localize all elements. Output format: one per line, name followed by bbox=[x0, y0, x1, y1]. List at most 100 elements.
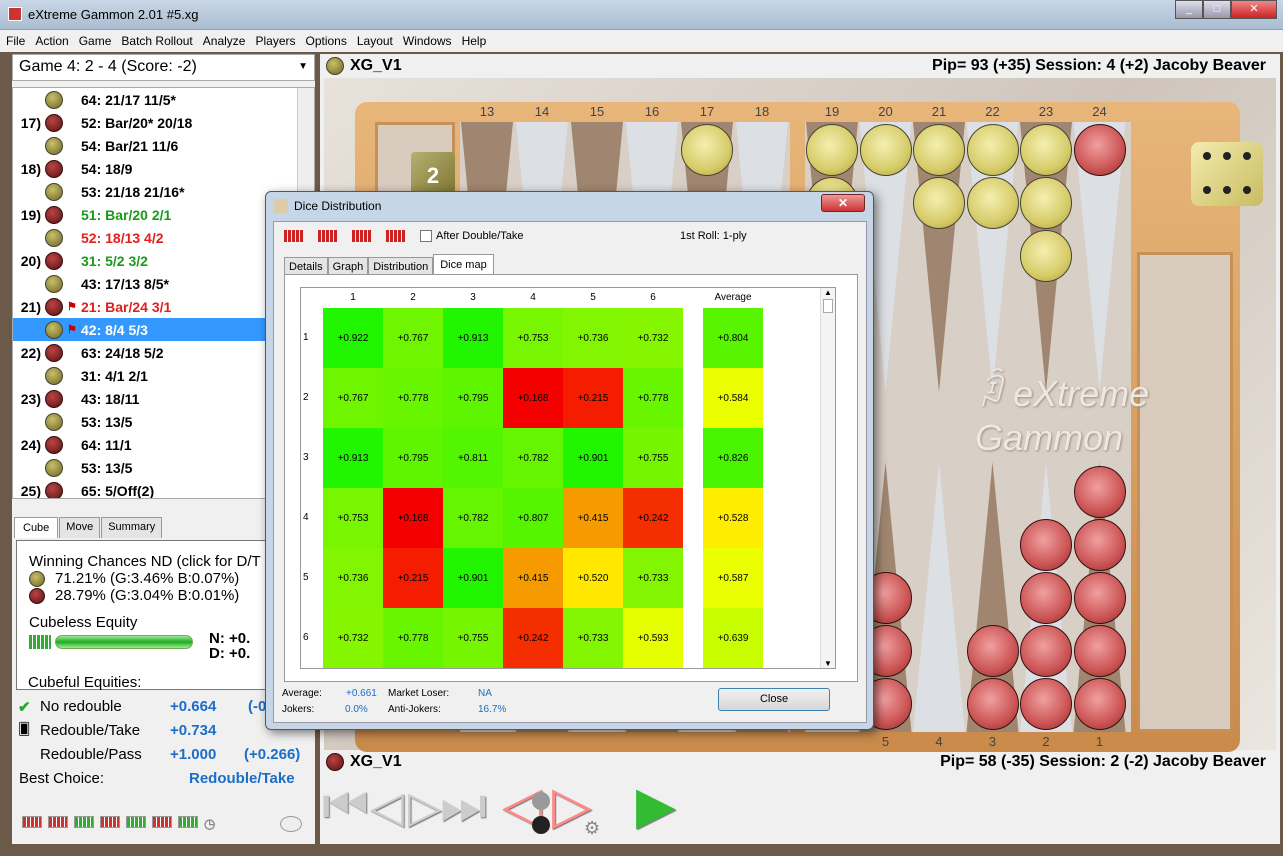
yellow-checker[interactable] bbox=[913, 124, 965, 176]
yellow-checker[interactable] bbox=[806, 124, 858, 176]
distribution-icon[interactable] bbox=[318, 230, 338, 243]
dice-cell[interactable]: +0.168 bbox=[383, 488, 443, 548]
dice-cell[interactable]: +0.782 bbox=[443, 488, 503, 548]
rollout-icon[interactable] bbox=[22, 816, 42, 828]
dice-cell[interactable]: +0.733 bbox=[623, 548, 683, 608]
menu-windows[interactable]: Windows bbox=[403, 34, 452, 48]
yellow-checker[interactable] bbox=[1020, 230, 1072, 282]
analyze-plus-icon[interactable] bbox=[152, 816, 172, 828]
distribution-icon[interactable] bbox=[386, 230, 406, 243]
red-checker[interactable] bbox=[1073, 519, 1126, 571]
average-cell[interactable]: +0.804 bbox=[703, 308, 763, 368]
previous-move-button[interactable]: ◁ bbox=[370, 782, 404, 833]
average-cell[interactable]: +0.826 bbox=[703, 428, 763, 488]
red-checker[interactable] bbox=[1020, 678, 1072, 730]
menu-players[interactable]: Players bbox=[255, 34, 295, 48]
dice-cell[interactable]: +0.807 bbox=[503, 488, 563, 548]
tab-dice-map[interactable]: Dice map bbox=[433, 254, 494, 276]
menu-file[interactable]: File bbox=[6, 34, 25, 48]
play-button[interactable]: ▶ bbox=[636, 776, 676, 836]
red-checker[interactable] bbox=[1073, 124, 1126, 176]
menu-analyze[interactable]: Analyze bbox=[203, 34, 246, 48]
game-select[interactable]: Game 4: 2 - 4 (Score: -2) ▼ bbox=[12, 54, 315, 81]
clock-icon[interactable]: ◷ bbox=[204, 816, 215, 832]
dice-cell[interactable]: +0.913 bbox=[443, 308, 503, 368]
dice-cell[interactable]: +0.755 bbox=[623, 428, 683, 488]
rollout-icon[interactable] bbox=[74, 816, 94, 828]
dice-cell[interactable]: +0.901 bbox=[443, 548, 503, 608]
dice-cell[interactable]: +0.415 bbox=[563, 488, 623, 548]
settings-gear-icon[interactable]: ⚙ bbox=[584, 818, 600, 839]
analyze-plus-icon[interactable] bbox=[126, 816, 146, 828]
red-checker[interactable] bbox=[1073, 572, 1126, 624]
first-move-button[interactable]: ⏮ bbox=[322, 776, 369, 837]
rollout-icon[interactable] bbox=[178, 816, 198, 828]
red-checker[interactable] bbox=[1020, 572, 1072, 624]
yellow-checker[interactable] bbox=[966, 124, 1019, 176]
dice-map-scrollbar[interactable]: ▲ ▼ bbox=[820, 288, 835, 668]
red-checker[interactable] bbox=[966, 678, 1019, 730]
average-cell[interactable]: +0.528 bbox=[703, 488, 763, 548]
next-move-button[interactable]: ▷ bbox=[408, 782, 442, 833]
tab-cube[interactable]: Cube bbox=[14, 517, 59, 538]
dice-cell[interactable]: +0.782 bbox=[503, 428, 563, 488]
point-4[interactable] bbox=[913, 462, 965, 732]
dice-cell[interactable]: +0.901 bbox=[563, 428, 623, 488]
dice-cell[interactable]: +0.168 bbox=[503, 368, 563, 428]
dice-cell[interactable]: +0.922 bbox=[323, 308, 383, 368]
move-list-item[interactable]: 17) 52: Bar/20* 20/18 bbox=[13, 111, 314, 134]
move-list-item[interactable]: 64: 21/17 11/5* bbox=[13, 88, 314, 111]
yellow-checker[interactable] bbox=[681, 124, 733, 176]
tab-summary[interactable]: Summary bbox=[101, 517, 163, 538]
dialog-close-x-button[interactable]: ✕ bbox=[821, 194, 865, 212]
red-checker[interactable] bbox=[1020, 519, 1072, 571]
red-checker[interactable] bbox=[1020, 625, 1072, 677]
comment-icon[interactable] bbox=[280, 816, 302, 832]
close-button[interactable]: Close bbox=[718, 688, 830, 711]
distribution-icon[interactable] bbox=[284, 230, 304, 243]
dice-cell[interactable]: +0.767 bbox=[323, 368, 383, 428]
dice-cell[interactable]: +0.242 bbox=[623, 488, 683, 548]
dice-cell[interactable]: +0.795 bbox=[383, 428, 443, 488]
dice-cell[interactable]: +0.795 bbox=[443, 368, 503, 428]
after-double-take-checkbox[interactable]: After Double/Take bbox=[420, 230, 523, 243]
dice-cell[interactable]: +0.242 bbox=[503, 608, 563, 668]
red-checker[interactable] bbox=[1073, 678, 1126, 730]
red-checker[interactable] bbox=[1073, 466, 1126, 518]
dice-cell[interactable]: +0.215 bbox=[563, 368, 623, 428]
dice-cell[interactable]: +0.520 bbox=[563, 548, 623, 608]
close-window-button[interactable]: ✕ bbox=[1231, 0, 1277, 19]
yellow-checker[interactable] bbox=[1020, 177, 1072, 229]
move-list-item[interactable]: 54: Bar/21 11/6 bbox=[13, 134, 314, 157]
dice-cell[interactable]: +0.733 bbox=[563, 608, 623, 668]
minimize-button[interactable]: _ bbox=[1175, 0, 1203, 19]
menu-help[interactable]: Help bbox=[462, 34, 487, 48]
distribution-icon[interactable] bbox=[352, 230, 372, 243]
dice-cell[interactable]: +0.593 bbox=[623, 608, 683, 668]
dice-cell[interactable]: +0.778 bbox=[623, 368, 683, 428]
red-checker[interactable] bbox=[1073, 625, 1126, 677]
dice-cell[interactable]: +0.753 bbox=[503, 308, 563, 368]
last-move-button[interactable]: ⏭ bbox=[440, 776, 487, 837]
dice-cell[interactable]: +0.215 bbox=[383, 548, 443, 608]
move-list-item[interactable]: 18) 54: 18/9 bbox=[13, 157, 314, 180]
maximize-button[interactable]: □ bbox=[1203, 0, 1231, 19]
menu-options[interactable]: Options bbox=[305, 34, 346, 48]
dice-cell[interactable]: +0.755 bbox=[443, 608, 503, 668]
die[interactable] bbox=[1191, 142, 1263, 206]
dice-cell[interactable]: +0.753 bbox=[323, 488, 383, 548]
dice-cell[interactable]: +0.732 bbox=[623, 308, 683, 368]
average-cell[interactable]: +0.639 bbox=[703, 608, 763, 668]
menu-game[interactable]: Game bbox=[79, 34, 112, 48]
menu-layout[interactable]: Layout bbox=[357, 34, 393, 48]
dice-cell[interactable]: +0.732 bbox=[323, 608, 383, 668]
average-cell[interactable]: +0.584 bbox=[703, 368, 763, 428]
yellow-checker[interactable] bbox=[1020, 124, 1072, 176]
tab-move[interactable]: Move bbox=[59, 517, 101, 538]
dice-cell[interactable]: +0.913 bbox=[323, 428, 383, 488]
dice-cell[interactable]: +0.415 bbox=[503, 548, 563, 608]
yellow-checker[interactable] bbox=[966, 177, 1019, 229]
average-cell[interactable]: +0.587 bbox=[703, 548, 763, 608]
menu-action[interactable]: Action bbox=[35, 34, 68, 48]
rollout-icon[interactable] bbox=[100, 816, 120, 828]
